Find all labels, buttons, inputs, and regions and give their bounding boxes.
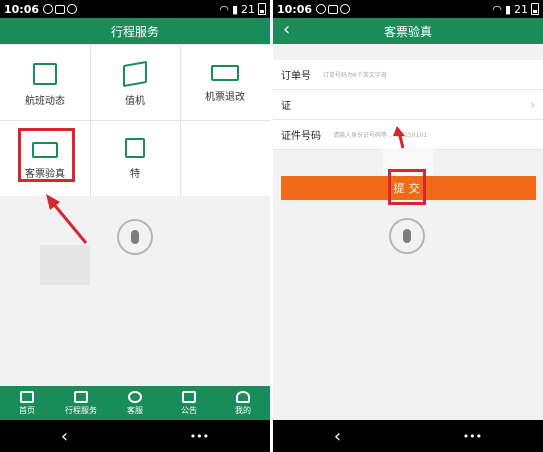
phone-icon xyxy=(128,390,142,403)
tab-label: 首页 xyxy=(19,405,35,415)
back-icon[interactable]: ‹ xyxy=(334,426,341,447)
flight-status-icon xyxy=(33,63,57,85)
signal-icon: ▮ xyxy=(231,2,238,16)
grid-item-label: 机票退改 xyxy=(205,92,245,103)
right-screen: 10:06 ◠ ▮ 21 ‹ 客票验真 订单号 订单号码为6个英文字母 证 › … xyxy=(273,0,543,452)
grid-item-label: 值机 xyxy=(125,96,145,107)
status-time: 10:06 xyxy=(277,2,313,16)
tab-mine[interactable]: 我的 xyxy=(216,386,270,420)
grid-item-ticket-change[interactable]: 机票退改 xyxy=(180,45,270,120)
field-placeholder: 订单号码为6个英文字母 xyxy=(323,72,387,79)
voice-button[interactable] xyxy=(389,218,425,254)
message-icon xyxy=(182,390,196,403)
highlight-box xyxy=(18,128,75,182)
status-time: 10:06 xyxy=(4,2,40,16)
page-title: 客票验真 xyxy=(383,24,432,39)
tab-label: 我的 xyxy=(235,405,251,415)
signal-strength: 21 xyxy=(514,2,528,16)
id-type-field[interactable]: 证 › xyxy=(273,90,543,120)
home-icon xyxy=(20,390,34,403)
box-icon xyxy=(125,138,145,158)
battery-icon xyxy=(531,3,539,15)
signal-icon: ▮ xyxy=(504,2,511,16)
luggage-icon xyxy=(74,390,88,403)
tab-announcement[interactable]: 公告 xyxy=(162,386,216,420)
page-title-bar: ‹ 客票验真 xyxy=(273,18,543,44)
status-bar: 10:06 ◠ ▮ 21 xyxy=(273,0,543,18)
microphone-icon xyxy=(131,230,139,244)
notification-icon xyxy=(43,4,54,14)
more-icon[interactable]: ••• xyxy=(190,430,209,443)
back-icon[interactable]: ‹ xyxy=(61,426,68,447)
image-icon xyxy=(328,4,339,14)
battery-icon xyxy=(258,3,266,15)
grid-item-label: 航班动态 xyxy=(25,96,65,107)
tab-home[interactable]: 首页 xyxy=(0,386,54,420)
checkin-icon xyxy=(123,60,147,88)
tab-trip-service[interactable]: 行程服务 xyxy=(54,386,108,420)
tab-label: 行程服务 xyxy=(65,405,97,415)
check-icon xyxy=(67,4,78,14)
voice-button[interactable] xyxy=(117,219,153,255)
signal-strength: 21 xyxy=(241,2,255,16)
system-nav-bar: ‹ ••• xyxy=(273,420,543,452)
tab-customer-service[interactable]: 客服 xyxy=(108,386,162,420)
more-icon[interactable]: ••• xyxy=(463,430,482,443)
order-number-field[interactable]: 订单号 订单号码为6个英文字母 xyxy=(273,60,543,90)
left-screen: 10:06 ◠ ▮ 21 行程服务 航班动态 值机 机票退改 客票验真 特 首页… xyxy=(0,0,270,452)
status-bar: 10:06 ◠ ▮ 21 xyxy=(0,0,270,18)
check-icon xyxy=(340,4,351,14)
bottom-tab-bar: 首页 行程服务 客服 公告 我的 xyxy=(0,386,270,420)
highlight-box xyxy=(388,169,426,205)
tab-label: 客服 xyxy=(127,405,143,415)
field-label: 订单号 xyxy=(281,71,311,82)
microphone-icon xyxy=(403,229,411,243)
wifi-icon: ◠ xyxy=(219,2,229,16)
system-nav-bar: ‹ ••• xyxy=(0,420,270,452)
back-button[interactable]: ‹ xyxy=(283,21,290,39)
chevron-right-icon: › xyxy=(530,97,535,112)
grid-item-label: 特 xyxy=(130,169,140,180)
blurred-region xyxy=(40,245,90,285)
ticket-change-icon xyxy=(211,65,239,81)
grid-item-checkin[interactable]: 值机 xyxy=(90,45,180,120)
user-icon xyxy=(236,390,250,403)
grid-item-flight-status[interactable]: 航班动态 xyxy=(0,45,90,120)
image-icon xyxy=(55,4,66,14)
tab-label: 公告 xyxy=(181,405,197,415)
field-label: 证 xyxy=(281,101,291,112)
notification-icon xyxy=(316,4,327,14)
wifi-icon: ◠ xyxy=(492,2,502,16)
page-title: 行程服务 xyxy=(0,18,270,44)
